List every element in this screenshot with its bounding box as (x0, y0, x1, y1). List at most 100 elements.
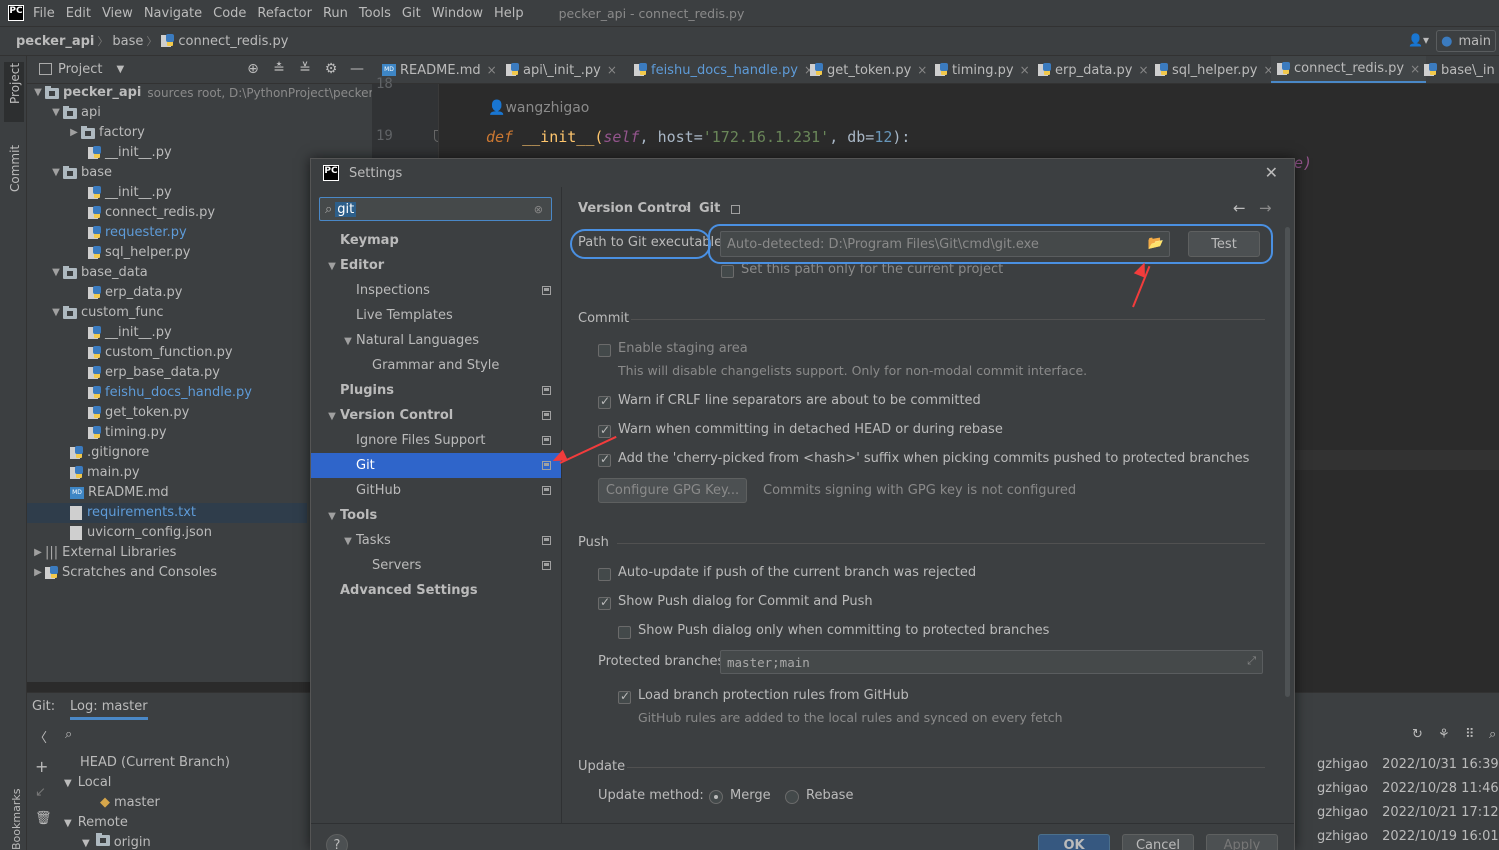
tab-sql-helper[interactable]: sql_helper.py × (1149, 56, 1280, 83)
chevron-right-icon[interactable]: ▶ (31, 543, 45, 563)
user-icon[interactable]: 👤▾ (1408, 33, 1429, 47)
project-tool-label[interactable]: Project (8, 63, 22, 104)
settings-item-plugins[interactable]: Plugins (311, 378, 561, 403)
ok-button[interactable]: OK (1038, 834, 1110, 850)
breadcrumb-folder[interactable]: base (112, 34, 143, 49)
chevron-down-icon[interactable]: ▼ (324, 504, 340, 529)
tree-item-requester[interactable]: requester.py (88, 223, 187, 243)
tree-item-erp-data[interactable]: erp_data.py (88, 283, 182, 303)
settings-item-grammar-style[interactable]: Grammar and Style (311, 353, 561, 378)
log-row[interactable]: gzhigao 2022/10/21 17:12 (1317, 805, 1499, 820)
close-icon[interactable]: × (1138, 63, 1148, 77)
settings-item-inspections[interactable]: Inspections (311, 278, 561, 303)
log-row[interactable]: gzhigao 2022/10/28 11:46 (1317, 781, 1499, 796)
cancel-button[interactable]: Cancel (1122, 834, 1194, 850)
tree-item-custom-function[interactable]: custom_function.py (88, 343, 233, 363)
settings-item-tasks[interactable]: ▼ Tasks (311, 528, 561, 553)
breadcrumb-file[interactable]: connect_redis.py (161, 34, 288, 49)
chevron-right-icon[interactable]: ▶ (67, 123, 81, 143)
close-icon[interactable]: × (607, 63, 617, 77)
show-push-protected-checkbox[interactable] (618, 626, 631, 639)
tab-readme[interactable]: MD README.md × (376, 56, 503, 83)
menu-code[interactable]: Code (213, 6, 246, 21)
chevron-down-icon[interactable]: ▼ (340, 529, 356, 554)
tree-item-init-base[interactable]: __init__.py (88, 183, 172, 203)
forward-arrow-icon[interactable]: → (1259, 199, 1272, 217)
menu-edit[interactable]: Edit (66, 6, 91, 21)
tree-item-custom-func[interactable]: ▼ custom_func (49, 303, 163, 323)
locate-icon[interactable]: ⊕ (240, 61, 266, 77)
cherry-picked-checkbox[interactable] (598, 452, 611, 467)
menu-git[interactable]: Git (402, 6, 421, 21)
settings-item-tools[interactable]: ▼ Tools (311, 503, 561, 528)
tree-item-pecker-api[interactable]: ▼ pecker_api sources root, D:\PythonProjec… (31, 83, 398, 103)
set-path-only-checkbox[interactable] (721, 265, 734, 278)
chevron-down-icon[interactable]: ▼ (116, 64, 124, 75)
protected-branches-input[interactable]: master;main ⤢ (720, 650, 1263, 674)
rebase-radio[interactable] (785, 790, 799, 804)
tab-base-init[interactable]: base\_in (1418, 56, 1499, 83)
tree-item-get-token[interactable]: get_token.py (88, 403, 189, 423)
show-push-checkbox[interactable] (598, 595, 611, 610)
vertical-scrollbar[interactable] (1285, 227, 1290, 697)
gear-icon[interactable]: ⚙ (318, 61, 344, 77)
menu-view[interactable]: View (102, 6, 133, 21)
close-icon[interactable]: ✕ (1265, 163, 1278, 182)
settings-item-ignore-files[interactable]: Ignore Files Support (311, 428, 561, 453)
tree-item-requirements[interactable]: requirements.txt (70, 503, 196, 523)
collapse-all-icon[interactable]: ≚ (292, 61, 318, 77)
settings-item-editor[interactable]: ▼ Editor (311, 253, 561, 278)
help-button[interactable]: ? (326, 834, 348, 850)
configure-gpg-button[interactable]: Configure GPG Key... (598, 478, 747, 503)
tree-item-erp-base-data[interactable]: erp_base_data.py (88, 363, 220, 383)
add-icon[interactable]: + (35, 757, 48, 776)
delete-icon[interactable]: 🗑 (35, 811, 52, 826)
tree-item-sql-helper[interactable]: sql_helper.py (88, 243, 190, 263)
branch-remote[interactable]: ▼ Remote (64, 815, 128, 830)
menu-run[interactable]: Run (323, 6, 348, 21)
breadcrumb-project[interactable]: pecker_api (16, 34, 94, 49)
chevron-right-icon[interactable]: ▶ (31, 563, 45, 583)
close-icon[interactable]: × (1020, 63, 1030, 77)
chevron-down-icon[interactable]: ▼ (340, 329, 356, 354)
refresh-icon[interactable]: ↻ (1412, 727, 1423, 742)
tree-item-timing[interactable]: timing.py (88, 423, 167, 443)
tab-feishu-docs[interactable]: feishu_docs_handle.py × (628, 56, 820, 83)
tree-item-external-libraries[interactable]: ▶ ||| External Libraries (31, 543, 176, 563)
branch-head[interactable]: HEAD (Current Branch) (80, 755, 230, 770)
close-icon[interactable]: × (487, 63, 497, 77)
tree-item-gitignore[interactable]: .gitignore (70, 443, 149, 463)
menu-tools[interactable]: Tools (359, 6, 391, 21)
settings-item-natural-languages[interactable]: ▼ Natural Languages (311, 328, 561, 353)
chevron-down-icon[interactable]: ▼ (49, 103, 63, 123)
breadcrumb-version-control[interactable]: Version Control (578, 201, 691, 216)
clear-icon[interactable]: ⊗ (534, 203, 543, 216)
settings-search-input[interactable]: ⌕ git ⊗ (319, 197, 552, 221)
tab-api-init[interactable]: api\_init_.py × (500, 56, 623, 83)
back-arrow-icon[interactable]: ← (1233, 199, 1246, 217)
search-icon[interactable]: ⌕ (65, 727, 72, 742)
tree-item-init-api[interactable]: __init__.py (88, 143, 172, 163)
chevron-down-icon[interactable]: ▼ (49, 303, 63, 323)
warn-crlf-checkbox[interactable] (598, 394, 611, 409)
merge-radio[interactable] (709, 790, 723, 804)
tree-item-connect-redis[interactable]: connect_redis.py (88, 203, 215, 223)
arrow-icon[interactable]: ↙ (35, 785, 46, 800)
settings-item-keymap[interactable]: Keymap (311, 228, 561, 253)
chevron-down-icon[interactable]: ▼ (49, 163, 63, 183)
auto-update-checkbox[interactable] (598, 568, 611, 581)
log-row[interactable]: gzhigao 2022/10/19 16:01 (1317, 829, 1499, 844)
branch-master[interactable]: ◆ master (100, 795, 160, 810)
branch-origin[interactable]: ▼ origin (82, 833, 151, 850)
settings-item-live-templates[interactable]: Live Templates (311, 303, 561, 328)
close-icon[interactable]: × (917, 63, 927, 77)
apply-button[interactable]: Apply (1206, 834, 1278, 850)
settings-item-git[interactable]: Git (311, 453, 561, 478)
settings-item-advanced[interactable]: Advanced Settings (311, 578, 561, 603)
tree-item-base[interactable]: ▼ base (49, 163, 112, 183)
branch-local[interactable]: ▼ Local (64, 775, 111, 790)
chevron-down-icon[interactable]: ▼ (324, 254, 340, 279)
settings-item-github[interactable]: GitHub (311, 478, 561, 503)
settings-item-version-control[interactable]: ▼ Version Control (311, 403, 561, 428)
project-panel-title[interactable]: Project (58, 62, 102, 77)
